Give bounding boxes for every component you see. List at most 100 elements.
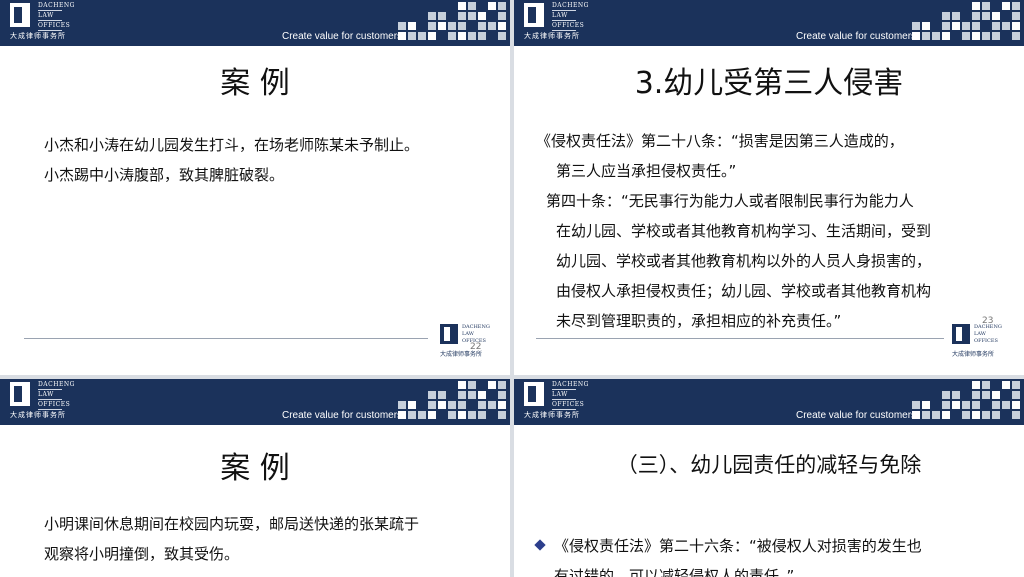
dacheng-logo-icon xyxy=(440,324,458,344)
decor-square xyxy=(1012,381,1020,389)
logo-english: DACHENG LAW OFFICES xyxy=(38,2,75,31)
decor-square xyxy=(1012,401,1020,409)
slide-body: 小明课间休息期间在校园内玩耍，邮局送快递的张某疏于 观察将小明撞倒，致其受伤。 xyxy=(44,509,419,569)
slide-liability-reduction[interactable]: DACHENG LAW OFFICES 大成律师事务所 Create value f… xyxy=(514,379,1024,577)
decor-square xyxy=(972,12,980,20)
slide-banner: DACHENG LAW OFFICES 大成律师事务所 Create value f… xyxy=(0,379,510,425)
logo-english: DACHENG LAW OFFICES xyxy=(552,381,589,410)
decor-square xyxy=(982,12,990,20)
decor-square xyxy=(478,12,486,20)
decor-square xyxy=(992,12,1000,20)
decor-square xyxy=(992,22,1000,30)
decor-square xyxy=(1002,22,1010,30)
decor-square xyxy=(428,411,436,419)
decor-square xyxy=(1012,32,1020,40)
decor-square xyxy=(972,401,980,409)
decor-square xyxy=(992,32,1000,40)
decor-square xyxy=(912,401,920,409)
decor-square xyxy=(942,22,950,30)
body-line: 小明课间休息期间在校园内玩耍，邮局送快递的张某疏于 xyxy=(44,515,420,533)
body-line: 《侵权责任法》第二十八条：“损害是因第三人造成的， xyxy=(536,132,904,150)
decor-square xyxy=(428,22,436,30)
decor-square xyxy=(398,411,406,419)
decor-square xyxy=(942,12,950,20)
decor-square xyxy=(982,381,990,389)
decor-square xyxy=(408,401,416,409)
decor-square xyxy=(398,401,406,409)
decor-square xyxy=(1012,391,1020,399)
decor-square xyxy=(458,401,466,409)
page-number: 22 xyxy=(470,342,482,352)
decor-square xyxy=(468,2,476,10)
decor-square xyxy=(468,12,476,20)
decor-square xyxy=(982,391,990,399)
decor-square xyxy=(428,401,436,409)
decor-square xyxy=(952,391,960,399)
decor-square xyxy=(488,22,496,30)
logo-chinese: 大成律师事务所 xyxy=(524,411,580,419)
decor-square xyxy=(458,22,466,30)
decor-square xyxy=(972,391,980,399)
decor-square xyxy=(448,411,456,419)
decor-square xyxy=(982,2,990,10)
decor-square xyxy=(448,401,456,409)
decor-square xyxy=(932,32,940,40)
decor-square xyxy=(498,32,506,40)
decor-square xyxy=(458,32,466,40)
page-number: 23 xyxy=(982,316,994,326)
decor-square xyxy=(458,391,466,399)
decor-square xyxy=(972,2,980,10)
decor-square xyxy=(922,32,930,40)
decor-square xyxy=(458,411,466,419)
decor-square xyxy=(912,411,920,419)
dacheng-logo-icon xyxy=(10,3,30,27)
decor-square xyxy=(448,22,456,30)
body-line: 未尽到管理职责的，承担相应的补充责任。” xyxy=(556,312,842,330)
body-line: 幼儿园、学校或者其他教育机构以外的人员人身损害的， xyxy=(556,252,932,270)
slide-body: 《侵权责任法》第二十六条：“被侵权人对损害的发生也 有过错的，可以减轻侵权人的责… xyxy=(534,531,922,577)
decor-square xyxy=(478,411,486,419)
diamond-bullet-icon xyxy=(534,539,546,551)
decor-square xyxy=(478,401,486,409)
decor-square xyxy=(458,381,466,389)
decor-square xyxy=(468,411,476,419)
decor-square xyxy=(428,32,436,40)
slide-23[interactable]: DACHENG LAW OFFICES 大成律师事务所 Create value f… xyxy=(514,0,1024,375)
decor-square xyxy=(478,391,486,399)
decor-square xyxy=(982,32,990,40)
tagline: Create value for customers xyxy=(282,410,403,421)
decor-square xyxy=(458,2,466,10)
body-line: 观察将小明撞倒，致其受伤。 xyxy=(44,545,240,563)
decor-square xyxy=(428,12,436,20)
decor-square xyxy=(992,411,1000,419)
logo-english: DACHENG LAW OFFICES xyxy=(552,2,589,31)
slide-case-xiaoming[interactable]: DACHENG LAW OFFICES 大成律师事务所 Create value f… xyxy=(0,379,510,577)
decor-square xyxy=(992,401,1000,409)
decor-square xyxy=(398,32,406,40)
body-line: 在幼儿园、学校或者其他教育机构学习、生活期间，受到 xyxy=(556,222,932,240)
decor-square xyxy=(468,381,476,389)
decor-square xyxy=(942,401,950,409)
decor-square xyxy=(408,411,416,419)
decor-square xyxy=(428,391,436,399)
slide-title: 案 例 xyxy=(220,66,290,101)
tagline: Create value for customers xyxy=(796,410,917,421)
decor-square xyxy=(922,411,930,419)
dacheng-logo-icon xyxy=(524,3,544,27)
decor-square xyxy=(972,32,980,40)
decor-square xyxy=(488,381,496,389)
decor-square xyxy=(498,391,506,399)
decor-square xyxy=(972,381,980,389)
decor-square xyxy=(498,22,506,30)
decor-square xyxy=(448,32,456,40)
decor-square xyxy=(498,411,506,419)
decor-square xyxy=(1002,2,1010,10)
logo-english: DACHENG LAW OFFICES xyxy=(38,381,75,410)
decor-square xyxy=(438,22,446,30)
decor-square xyxy=(488,401,496,409)
slide-22[interactable]: DACHENG LAW OFFICES 大成律师事务所 Create value f… xyxy=(0,0,510,375)
slide-banner: DACHENG LAW OFFICES 大成律师事务所 Create value f… xyxy=(0,0,510,46)
decor-square xyxy=(972,22,980,30)
decor-square xyxy=(962,411,970,419)
body-line: 小杰和小涛在幼儿园发生打斗，在场老师陈某未予制止。 xyxy=(44,136,420,154)
